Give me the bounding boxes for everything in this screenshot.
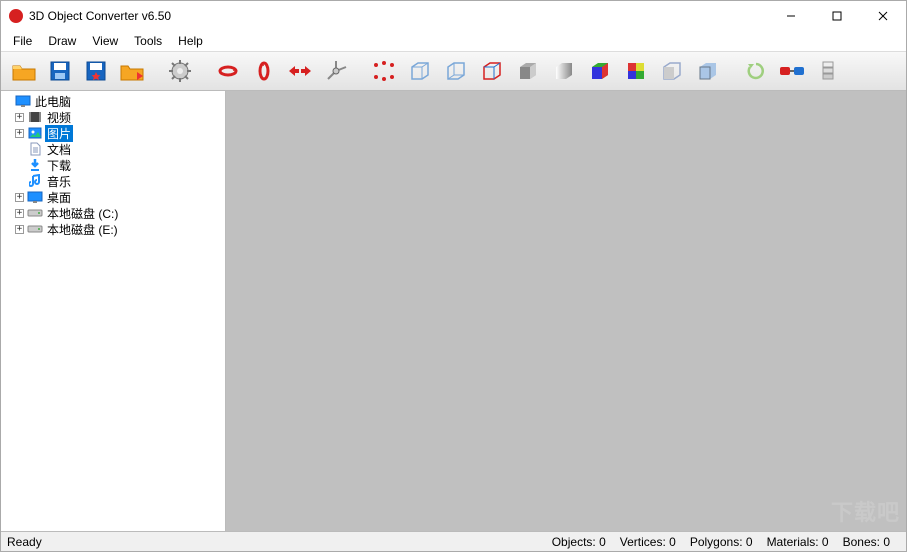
flip-button[interactable] [283,54,317,88]
wireframe-colored-button[interactable] [475,54,509,88]
watermark: 下载吧 [831,495,900,527]
menu-help[interactable]: Help [170,32,211,50]
extrude-button[interactable] [811,54,845,88]
tree-item[interactable]: + 本地磁盘 (C:) [1,205,225,221]
settings-button[interactable] [163,54,197,88]
tree-item[interactable]: + 视频 [1,109,225,125]
mark-folder-button[interactable] [115,54,149,88]
monitor-icon [15,94,31,108]
picture-icon [27,126,43,140]
doc-icon [27,142,43,156]
tree-item[interactable]: 文档 [1,141,225,157]
app-window: 3D Object Converter v6.50 File Draw View… [0,0,907,552]
tree-item-label: 文档 [45,141,73,158]
menu-file[interactable]: File [5,32,40,50]
rotate-x-button[interactable] [211,54,245,88]
expand-icon[interactable]: + [15,129,24,138]
tree-item-label: 视频 [45,109,73,126]
half-shade-button[interactable] [691,54,725,88]
close-button[interactable] [860,1,906,31]
tree-item[interactable]: 下载 [1,157,225,173]
wireframe-back-button[interactable] [439,54,473,88]
window-controls [768,1,906,31]
axis-tool-button[interactable] [319,54,353,88]
film-icon [27,110,43,124]
toolbar [1,51,906,91]
anaglyph-button[interactable] [775,54,809,88]
titlebar: 3D Object Converter v6.50 [1,1,906,31]
expand-icon[interactable]: + [15,193,24,202]
window-title: 3D Object Converter v6.50 [29,9,768,23]
download-icon [27,158,43,172]
tree-item[interactable]: 音乐 [1,173,225,189]
tree-item-label: 桌面 [45,189,73,206]
expand-icon[interactable]: + [15,113,24,122]
tree-item-label: 图片 [45,125,73,142]
music-icon [27,174,43,188]
status-bones: Bones: 0 [843,535,890,549]
tree-item[interactable]: 此电脑 [1,93,225,109]
tree-item-label: 本地磁盘 (C:) [45,205,120,222]
expand-icon[interactable]: + [15,225,24,234]
maximize-button[interactable] [814,1,860,31]
file-tree[interactable]: 此电脑 + 视频 + 图片文档下载音乐 + 桌面 + 本地磁盘 (C:) + 本地磁盘 (E:) [1,91,225,239]
tree-item[interactable]: + 桌面 [1,189,225,205]
open-folder-button[interactable] [7,54,41,88]
menu-tools[interactable]: Tools [126,32,170,50]
menu-view[interactable]: View [84,32,126,50]
tree-item-label: 音乐 [45,173,73,190]
tree-item-label: 下载 [45,157,73,174]
refresh-button[interactable] [739,54,773,88]
tree-item-label: 此电脑 [33,93,73,110]
content-area: 此电脑 + 视频 + 图片文档下载音乐 + 桌面 + 本地磁盘 (C:) + 本地磁盘 (E:) 下… [1,91,906,531]
menu-draw[interactable]: Draw [40,32,84,50]
menubar: File Draw View Tools Help [1,31,906,51]
status-materials: Materials: 0 [767,535,829,549]
status-polygons: Polygons: 0 [690,535,753,549]
status-objects: Objects: 0 [552,535,606,549]
tree-item[interactable]: + 本地磁盘 (E:) [1,221,225,237]
status-vertices: Vertices: 0 [620,535,676,549]
shade-colored-button[interactable] [583,54,617,88]
tree-item[interactable]: + 图片 [1,125,225,141]
shade-checker-button[interactable] [619,54,653,88]
drive-icon [27,206,43,220]
shade-smooth-button[interactable] [547,54,581,88]
file-tree-panel: 此电脑 + 视频 + 图片文档下载音乐 + 桌面 + 本地磁盘 (C:) + 本地磁盘 (E:) [1,91,226,531]
expand-icon[interactable]: + [15,209,24,218]
statusbar: Ready Objects: 0 Vertices: 0 Polygons: 0… [1,531,906,551]
tree-item-label: 本地磁盘 (E:) [45,221,120,238]
monitor-icon [27,190,43,204]
shade-flat-button[interactable] [511,54,545,88]
save-button[interactable] [43,54,77,88]
drive-icon [27,222,43,236]
half-wire-button[interactable] [655,54,689,88]
app-icon [9,9,23,23]
viewport-3d[interactable]: 下载吧 [226,91,906,531]
minimize-button[interactable] [768,1,814,31]
save-favorite-button[interactable] [79,54,113,88]
status-ready: Ready [7,535,552,549]
rotate-y-button[interactable] [247,54,281,88]
bounds-button[interactable] [367,54,401,88]
wireframe-front-button[interactable] [403,54,437,88]
